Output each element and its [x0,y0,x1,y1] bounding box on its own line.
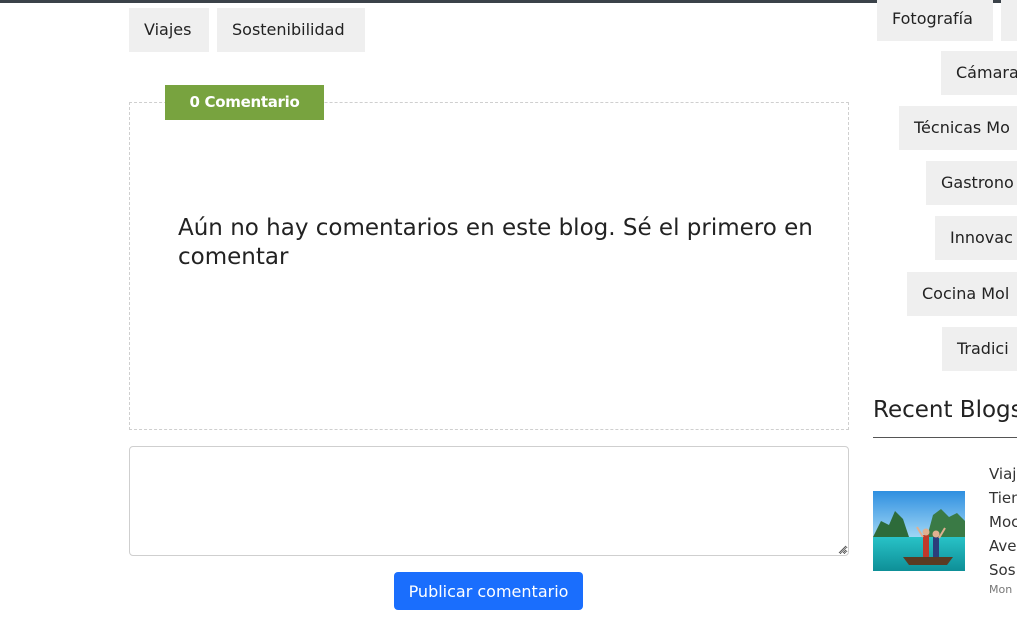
publish-comment-button[interactable]: Publicar comentario [394,572,583,610]
sidebar-tag-tecnicas[interactable]: Técnicas Mo [899,106,1017,150]
recent-post-date: Mon [989,583,1013,596]
travel-photo-icon [873,491,965,571]
top-border [0,0,1017,3]
comment-count-badge: 0 Comentario [165,85,324,120]
sidebar-tag-tradicion[interactable]: Tradici [942,327,1017,371]
recent-blogs-divider [873,437,1017,438]
recent-post-title-line: Ave [989,537,1017,555]
recent-post-title-line: Tien [989,489,1017,507]
recent-post-title-line: Moc [989,513,1017,531]
sidebar-tag-partial[interactable] [1001,0,1017,41]
empty-comments-message: Aún no hay comentarios en este blog. Sé … [178,215,813,270]
sidebar-tag-innovacion[interactable]: Innovac [935,216,1017,260]
recent-post-thumbnail[interactable] [873,491,965,571]
sidebar-tag-camara[interactable]: Cámara [941,51,1017,95]
tag-sostenibilidad[interactable]: Sostenibilidad [217,8,365,52]
recent-post-title-line: Viaj [989,465,1017,483]
recent-post-title[interactable]: Viaj Tien Moc Ave Sos [989,462,1017,582]
comment-textarea[interactable] [129,446,849,556]
sidebar-tag-gastronomia[interactable]: Gastrono [926,161,1017,205]
tag-viajes[interactable]: Viajes [129,8,209,52]
sidebar-tag-fotografia[interactable]: Fotografía [877,0,993,41]
recent-blogs-heading: Recent Blogs [873,397,1017,423]
recent-post-title-line: Sos [989,561,1016,579]
sidebar-tag-cocina-molecular[interactable]: Cocina Mol [907,272,1017,316]
